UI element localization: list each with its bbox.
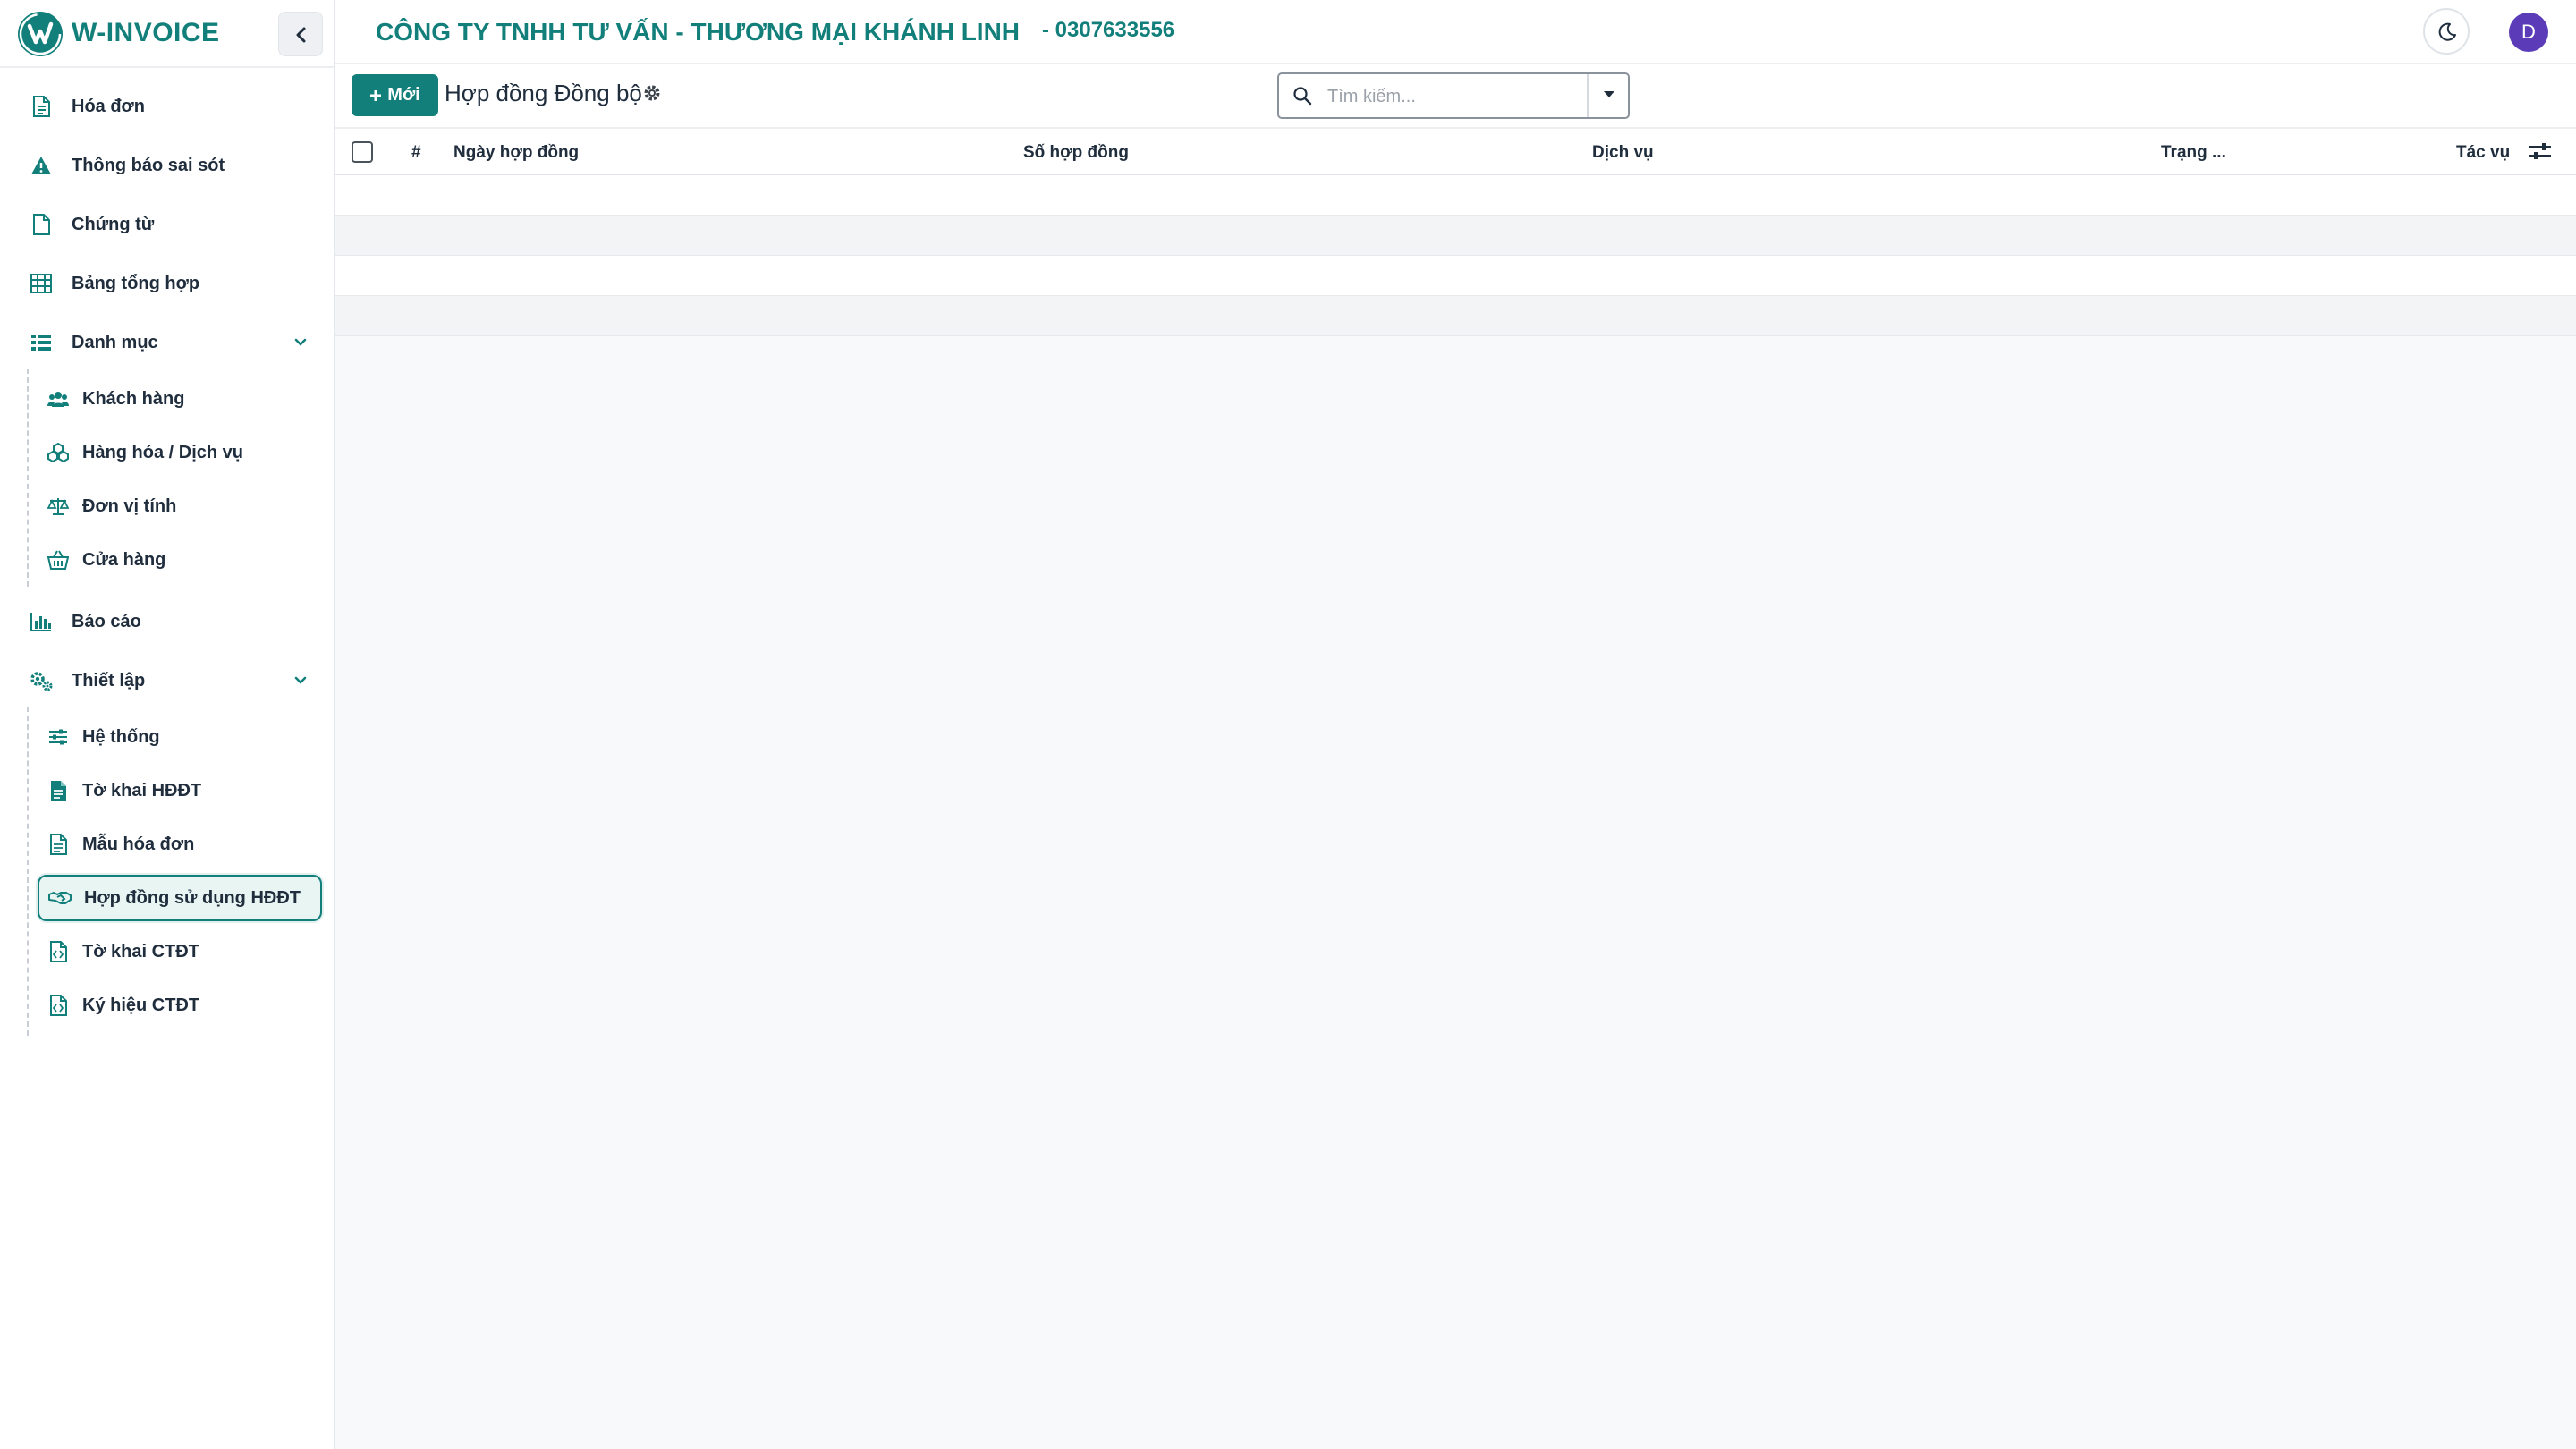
contracts-table: # Ngày hợp đồng Số hợp đồng Dịch vụ Trạn… xyxy=(335,127,2576,336)
sidebar-item-label: Ký hiệu CTĐT xyxy=(82,995,200,1015)
table-icon xyxy=(29,271,54,296)
sidebar-item-he-thong[interactable]: Hệ thống xyxy=(38,714,322,760)
sidebar-item-hang-hoa-dich-vu[interactable]: Hàng hóa / Dịch vụ xyxy=(38,429,322,476)
file-code-icon xyxy=(47,940,70,963)
sliders-icon xyxy=(47,725,70,749)
column-header-service[interactable]: Dịch vụ xyxy=(1592,143,1654,163)
logo[interactable] xyxy=(18,12,63,56)
sidebar-item-label: Tờ khai HĐĐT xyxy=(82,780,202,801)
sidebar-item-thiet-lap[interactable]: Thiết lập xyxy=(18,658,322,703)
column-header-index[interactable]: # xyxy=(411,143,421,163)
table-row xyxy=(335,216,2576,256)
sidebar-item-to-khai-hddt[interactable]: Tờ khai HĐĐT xyxy=(38,767,322,814)
sidebar-item-bao-cao[interactable]: Báo cáo xyxy=(18,599,322,644)
tax-code: - 0307633556 xyxy=(1042,18,1175,42)
search-box[interactable] xyxy=(1277,72,1630,119)
table-row xyxy=(335,296,2576,336)
brand: W-INVOICE xyxy=(0,0,334,68)
search-icon xyxy=(1293,87,1312,106)
avatar[interactable]: D xyxy=(2509,13,2548,52)
sidebar-item-cua-hang[interactable]: Cửa hàng xyxy=(38,537,322,583)
sidebar-item-label: Thông báo sai sót xyxy=(72,155,225,175)
chevron-down-icon xyxy=(294,338,307,346)
scale-icon xyxy=(47,495,70,518)
caret-down-icon[interactable] xyxy=(1603,90,1615,99)
users-icon xyxy=(47,387,70,411)
select-all-checkbox[interactable] xyxy=(352,141,373,163)
view-title: Hợp đồng Đồng bộ xyxy=(445,80,642,106)
sidebar-item-to-khai-ctdt[interactable]: Tờ khai CTĐT xyxy=(38,928,322,975)
sidebar-item-khach-hang[interactable]: Khách hàng xyxy=(38,376,322,422)
sidebar-item-chung-tu[interactable]: Chứng từ xyxy=(18,202,322,247)
company-name: CÔNG TY TNHH TƯ VẤN - THƯƠNG MẠI KHÁNH L… xyxy=(376,18,1021,46)
sidebar-item-label: Thiết lập xyxy=(72,670,146,691)
handshake-icon xyxy=(48,886,72,910)
column-settings-icon[interactable] xyxy=(2529,141,2552,161)
sidebar-item-label: Bảng tổng hợp xyxy=(72,273,200,293)
submenu-guide xyxy=(27,369,29,587)
bar-chart-icon xyxy=(29,609,54,634)
sidebar-item-label: Báo cáo xyxy=(72,611,141,631)
file-solid-icon xyxy=(47,779,70,802)
column-header-contract-date[interactable]: Ngày hợp đồng xyxy=(453,143,579,163)
sidebar-item-label: Khách hàng xyxy=(82,388,185,409)
column-header-status[interactable]: Trạng ... xyxy=(2161,143,2226,163)
cogs-icon xyxy=(29,668,54,693)
file-icon xyxy=(29,212,54,237)
column-header-contract-number[interactable]: Số hợp đồng xyxy=(1023,143,1129,163)
sidebar-item-label: Chứng từ xyxy=(72,214,155,234)
brand-name: W-INVOICE xyxy=(72,18,220,47)
file-lines-icon xyxy=(47,833,70,856)
sidebar-item-label: Tờ khai CTĐT xyxy=(82,941,199,962)
toolbar: Mới Hợp đồng Đồng bộ xyxy=(335,64,2576,127)
table-row xyxy=(335,175,2576,216)
basket-icon xyxy=(47,548,70,572)
sidebar-item-bang-tong-hop[interactable]: Bảng tổng hợp xyxy=(18,261,322,306)
gear-icon[interactable] xyxy=(643,84,661,102)
chevron-down-icon xyxy=(294,676,307,684)
moon-icon xyxy=(2438,22,2456,41)
theme-toggle-button[interactable] xyxy=(2423,8,2470,55)
file-text-icon xyxy=(29,94,54,119)
cubes-icon xyxy=(47,441,70,464)
column-header-actions[interactable]: Tác vụ xyxy=(2456,143,2510,163)
submenu-guide xyxy=(27,707,29,1036)
sidebar-item-label: Hóa đơn xyxy=(72,96,145,116)
warning-icon xyxy=(29,153,54,178)
sidebar-item-label: Hàng hóa / Dịch vụ xyxy=(82,442,244,462)
file-code-icon xyxy=(47,994,70,1017)
top-header: CÔNG TY TNHH TƯ VẤN - THƯƠNG MẠI KHÁNH L… xyxy=(335,0,2576,64)
sidebar-item-label: Cửa hàng xyxy=(82,549,166,570)
chevron-left-icon xyxy=(296,27,306,43)
new-button-label: Mới xyxy=(387,85,420,105)
plus-icon xyxy=(370,89,382,101)
sidebar-item-label: Danh mục xyxy=(72,332,158,352)
list-icon xyxy=(29,330,54,355)
sidebar-item-label: Hợp đồng sử dụng HĐĐT xyxy=(84,887,301,908)
sidebar-item-ky-hieu-ctdt[interactable]: Ký hiệu CTĐT xyxy=(38,982,322,1029)
sidebar: W-INVOICE Hóa đơn Thông báo sai sót Chứn… xyxy=(0,0,335,1449)
sidebar-item-danh-muc[interactable]: Danh mục xyxy=(18,320,322,365)
search-input[interactable] xyxy=(1327,83,1569,110)
sidebar-item-label: Đơn vị tính xyxy=(82,496,177,516)
sidebar-item-mau-hoa-don[interactable]: Mẫu hóa đơn xyxy=(38,821,322,868)
search-divider xyxy=(1587,74,1589,117)
new-button[interactable]: Mới xyxy=(352,74,438,116)
table-row xyxy=(335,256,2576,296)
sidebar-item-hop-dong-su-dung-hddt[interactable]: Hợp đồng sử dụng HĐĐT xyxy=(38,875,322,921)
table-header: # Ngày hợp đồng Số hợp đồng Dịch vụ Trạn… xyxy=(335,127,2576,175)
sidebar-item-label: Mẫu hóa đơn xyxy=(82,834,195,854)
sidebar-item-thong-bao-sai-sot[interactable]: Thông báo sai sót xyxy=(18,143,322,188)
sidebar-item-hoa-don[interactable]: Hóa đơn xyxy=(18,84,322,129)
sidebar-item-don-vi-tinh[interactable]: Đơn vị tính xyxy=(38,483,322,530)
sidebar-item-label: Hệ thống xyxy=(82,726,160,747)
collapse-sidebar-button[interactable] xyxy=(278,12,323,56)
